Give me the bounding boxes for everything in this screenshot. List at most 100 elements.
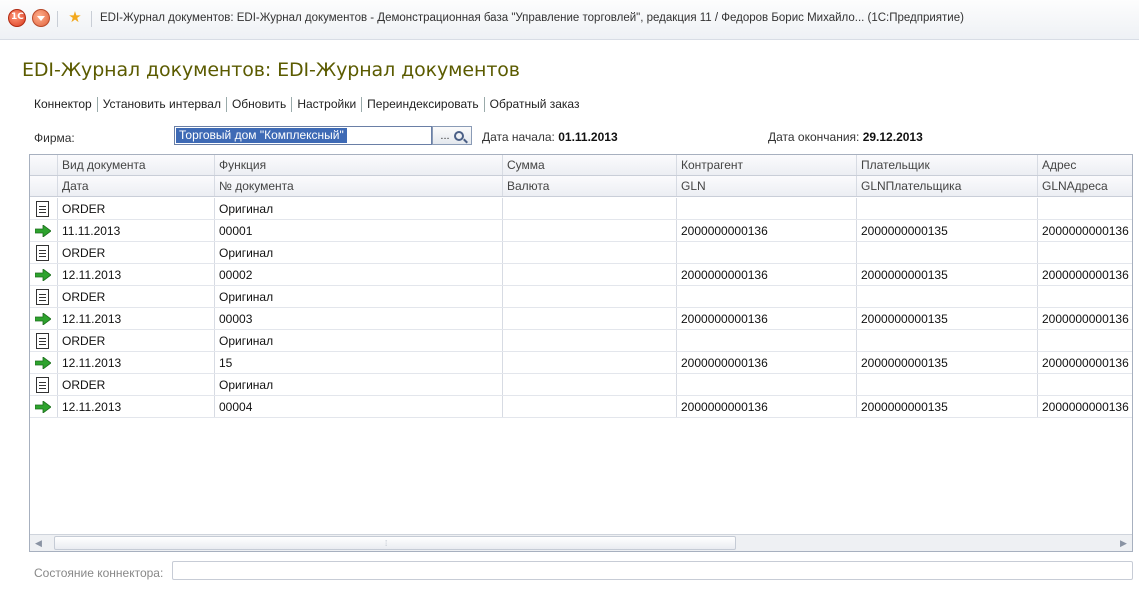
- connector-button[interactable]: Коннектор: [34, 97, 96, 111]
- horizontal-scrollbar[interactable]: ◀ ⁞ ▶: [30, 534, 1132, 551]
- sum-cell: [503, 198, 677, 219]
- row-icon-cell: [30, 242, 58, 263]
- scroll-left-icon[interactable]: ◀: [30, 535, 47, 551]
- table-row[interactable]: ORDER Оригинал: [30, 198, 1132, 220]
- payer-gln-cell: 2000000000135: [857, 396, 1038, 417]
- doc-number-cell: 00004: [215, 396, 503, 417]
- address-gln-cell: 2000000000136: [1042, 224, 1129, 238]
- row-icon-cell: [30, 220, 58, 241]
- column-header[interactable]: Дата: [58, 176, 215, 196]
- currency-cell: [503, 396, 677, 417]
- column-header[interactable]: Контрагент: [677, 155, 857, 175]
- address-cell: [1038, 198, 1132, 219]
- green-arrow-icon: [35, 225, 51, 237]
- currency-cell: [503, 264, 677, 285]
- table-row[interactable]: ORDER Оригинал: [30, 286, 1132, 308]
- set-interval-button[interactable]: Установить интервал: [99, 97, 225, 111]
- payer-gln-cell: 2000000000135: [857, 220, 1038, 241]
- column-header[interactable]: Сумма: [503, 155, 677, 175]
- firm-field-value: Торговый дом "Комплексный": [176, 128, 347, 143]
- refresh-button[interactable]: Обновить: [228, 97, 290, 111]
- column-header[interactable]: Валюта: [503, 176, 677, 196]
- table-row[interactable]: 12.11.2013 00003 2000000000136 200000000…: [30, 308, 1132, 330]
- reverse-order-button[interactable]: Обратный заказ: [486, 97, 584, 111]
- counterparty-cell: [677, 330, 857, 351]
- header-icon-cell: [30, 155, 58, 175]
- titlebar-separator: [91, 11, 92, 27]
- connector-status-label: Состояние коннектора:: [34, 566, 164, 580]
- date-cell: 12.11.2013: [58, 308, 215, 329]
- counterparty-cell: [677, 374, 857, 395]
- column-header[interactable]: № документа: [215, 176, 503, 196]
- sum-cell: [503, 374, 677, 395]
- currency-cell: [503, 308, 677, 329]
- settings-button[interactable]: Настройки: [293, 97, 360, 111]
- payer-gln-cell: 2000000000135: [857, 264, 1038, 285]
- function-cell: Оригинал: [215, 330, 503, 351]
- date-cell: 12.11.2013: [58, 396, 215, 417]
- column-header[interactable]: Функция: [215, 155, 503, 175]
- sum-cell: [503, 330, 677, 351]
- main-menu-icon[interactable]: [32, 9, 50, 27]
- firm-select-button[interactable]: ...: [432, 126, 472, 145]
- counterparty-cell: [677, 286, 857, 307]
- row-icon-cell: [30, 286, 58, 307]
- firm-label: Фирма:: [34, 131, 75, 145]
- function-cell: Оригинал: [215, 198, 503, 219]
- address-cell: [1038, 330, 1132, 351]
- favorite-star-icon[interactable]: ★: [66, 9, 84, 27]
- function-cell: Оригинал: [215, 242, 503, 263]
- column-header[interactable]: GLNАдреса: [1038, 176, 1132, 196]
- function-cell: Оригинал: [215, 286, 503, 307]
- connector-status-field[interactable]: [172, 561, 1133, 580]
- table-row[interactable]: 11.11.2013 00001 2000000000136 200000000…: [30, 220, 1132, 242]
- currency-cell: [503, 220, 677, 241]
- documents-table[interactable]: Вид документа Функция Сумма Контрагент П…: [29, 154, 1133, 552]
- column-header[interactable]: Вид документа: [58, 155, 215, 175]
- sum-cell: [503, 242, 677, 263]
- app-logo-icon[interactable]: 1С: [8, 9, 26, 27]
- window-titlebar: 1С ★ EDI-Журнал документов: EDI-Журнал д…: [0, 0, 1139, 40]
- toolbar: Коннектор Установить интервал Обновить Н…: [34, 95, 583, 113]
- document-icon: [36, 377, 49, 393]
- column-header[interactable]: GLN: [677, 176, 857, 196]
- counterparty-cell: [677, 198, 857, 219]
- start-date-value: 01.11.2013: [558, 130, 618, 144]
- table-row[interactable]: 12.11.2013 00002 2000000000136 200000000…: [30, 264, 1132, 286]
- row-icon-cell: [30, 396, 58, 417]
- document-icon: [36, 333, 49, 349]
- green-arrow-icon: [35, 269, 51, 281]
- payer-gln-cell: 2000000000135: [857, 352, 1038, 373]
- green-arrow-icon: [35, 313, 51, 325]
- gln-cell: 2000000000136: [677, 308, 857, 329]
- table-row[interactable]: 12.11.2013 00004 2000000000136 200000000…: [30, 396, 1132, 418]
- table-header-bottom: Дата № документа Валюта GLN GLNПлательщи…: [30, 176, 1132, 197]
- app-logo-text: 1С: [11, 12, 24, 22]
- column-header[interactable]: GLNПлательщика: [857, 176, 1038, 196]
- document-icon: [36, 201, 49, 217]
- table-row[interactable]: ORDER Оригинал: [30, 330, 1132, 352]
- doc-number-cell: 00003: [215, 308, 503, 329]
- page-title: EDI-Журнал документов: EDI-Журнал докуме…: [22, 59, 520, 81]
- row-icon-cell: [30, 352, 58, 373]
- function-cell: Оригинал: [215, 374, 503, 395]
- doc-type-cell: ORDER: [58, 286, 215, 307]
- doc-number-cell: 00001: [215, 220, 503, 241]
- payer-gln-cell: 2000000000135: [857, 308, 1038, 329]
- toolbar-separator: [483, 96, 485, 112]
- scrollbar-thumb[interactable]: ⁞: [54, 536, 736, 550]
- table-row[interactable]: ORDER Оригинал: [30, 374, 1132, 396]
- address-gln-cell: 2000000000136: [1042, 356, 1129, 370]
- address-gln-cell: 2000000000136: [1042, 400, 1129, 414]
- end-date: Дата окончания: 29.12.2013: [768, 130, 923, 144]
- firm-field[interactable]: Торговый дом "Комплексный": [174, 126, 432, 145]
- titlebar-separator: [57, 11, 58, 27]
- reindex-button[interactable]: Переиндексировать: [363, 97, 483, 111]
- table-header-top: Вид документа Функция Сумма Контрагент П…: [30, 155, 1132, 176]
- column-header[interactable]: Плательщик: [857, 155, 1038, 175]
- table-row[interactable]: ORDER Оригинал: [30, 242, 1132, 264]
- table-row[interactable]: 12.11.2013 15 2000000000136 200000000013…: [30, 352, 1132, 374]
- column-header[interactable]: Адрес: [1038, 155, 1132, 175]
- start-date-label: Дата начала:: [482, 130, 555, 144]
- scroll-right-icon[interactable]: ▶: [1115, 535, 1132, 551]
